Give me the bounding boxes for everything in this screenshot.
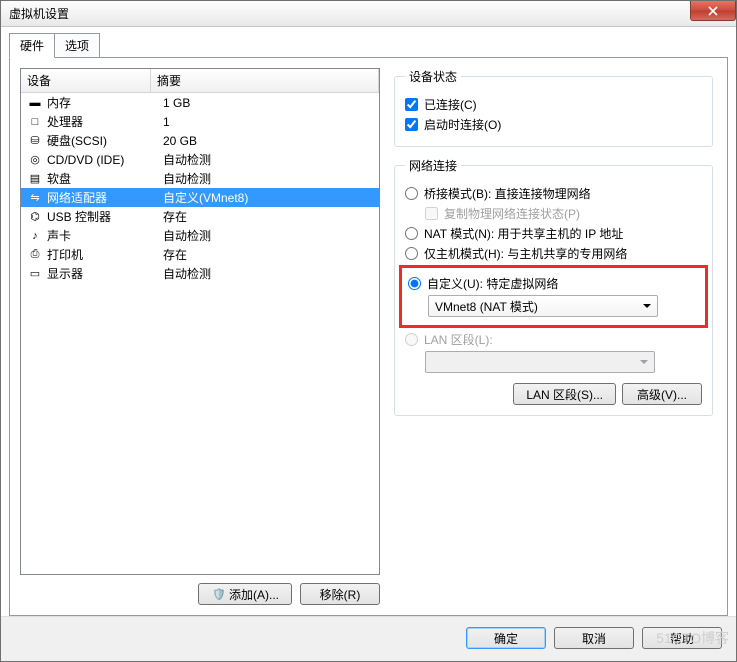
radio-hostonly-input[interactable] [405, 247, 418, 260]
help-button[interactable]: 帮助 [642, 627, 722, 649]
device-row[interactable]: ⇋网络适配器 自定义(VMnet8) [21, 188, 379, 207]
memory-icon: ▬ [27, 95, 43, 111]
radio-hostonly[interactable]: 仅主机模式(H): 与主机共享的专用网络 [405, 245, 702, 262]
device-summary: 1 [157, 115, 373, 129]
network-connection-legend: 网络连接 [405, 157, 461, 174]
left-buttons: 🛡️ 添加(A)... 移除(R) [20, 575, 380, 605]
device-row[interactable]: □处理器 1 [21, 112, 379, 131]
device-row[interactable]: ▤软盘 自动检测 [21, 169, 379, 188]
lanseg-combo [425, 351, 655, 373]
device-name: 处理器 [47, 113, 83, 130]
connect-at-power-checkbox[interactable]: 启动时连接(O) [405, 116, 702, 133]
remove-button[interactable]: 移除(R) [300, 583, 380, 605]
device-name: 显示器 [47, 265, 83, 282]
connected-checkbox[interactable]: 已连接(C) [405, 96, 702, 113]
cancel-button[interactable]: 取消 [554, 627, 634, 649]
tabs: 硬件 选项 [1, 27, 736, 57]
network-connection-group: 网络连接 桥接模式(B): 直接连接物理网络 复制物理网络连接状态(P) NAT… [394, 157, 713, 416]
radio-bridged[interactable]: 桥接模式(B): 直接连接物理网络 [405, 185, 702, 202]
radio-bridged-input[interactable] [405, 187, 418, 200]
radio-lanseg-input [405, 333, 418, 346]
device-name: 软盘 [47, 170, 71, 187]
radio-custom-input[interactable] [408, 277, 421, 290]
right-panel: 设备状态 已连接(C) 启动时连接(O) 网络连接 桥接模式(B): 直接连接物… [390, 68, 717, 605]
sound-icon: ♪ [27, 228, 43, 244]
net-right-buttons: LAN 区段(S)... 高级(V)... [405, 383, 702, 405]
device-status-group: 设备状态 已连接(C) 启动时连接(O) [394, 68, 713, 147]
usb-icon: ⌬ [27, 209, 43, 225]
device-summary: 存在 [157, 246, 373, 263]
advanced-button[interactable]: 高级(V)... [622, 383, 702, 405]
radio-custom[interactable]: 自定义(U): 特定虚拟网络 [408, 275, 699, 292]
left-panel: 设备 摘要 ▬内存 1 GB □处理器 1 ⛁硬盘(SCSI) 20 GB ◎ CD/DVD … [20, 68, 380, 605]
device-name: 网络适配器 [47, 189, 107, 206]
device-name: 打印机 [47, 246, 83, 263]
device-status-legend: 设备状态 [405, 68, 461, 85]
close-icon [708, 6, 718, 16]
device-row[interactable]: ◎ CD/DVD (IDE) 自动检测 [21, 150, 379, 169]
device-list: 设备 摘要 ▬内存 1 GB □处理器 1 ⛁硬盘(SCSI) 20 GB ◎ CD/DVD … [20, 68, 380, 575]
device-row[interactable]: ▬内存 1 GB [21, 93, 379, 112]
shield-icon: 🛡️ [211, 586, 227, 602]
device-summary: 自动检测 [157, 151, 373, 168]
chevron-down-icon [640, 360, 648, 364]
device-summary: 20 GB [157, 134, 373, 148]
device-name: USB 控制器 [47, 208, 111, 225]
device-summary: 自动检测 [157, 227, 373, 244]
cd-icon: ◎ [27, 152, 43, 168]
radio-lanseg: LAN 区段(L): [405, 331, 702, 348]
device-row[interactable]: ⎙打印机 存在 [21, 245, 379, 264]
device-summary: 1 GB [157, 96, 373, 110]
radio-nat[interactable]: NAT 模式(N): 用于共享主机的 IP 地址 [405, 225, 702, 242]
device-name: CD/DVD (IDE) [47, 153, 124, 167]
custom-network-combo[interactable]: VMnet8 (NAT 模式) [428, 295, 658, 317]
add-button[interactable]: 🛡️ 添加(A)... [198, 583, 292, 605]
device-name: 声卡 [47, 227, 71, 244]
device-summary: 自动检测 [157, 170, 373, 187]
floppy-icon: ▤ [27, 171, 43, 187]
connected-input[interactable] [405, 98, 418, 111]
titlebar: 虚拟机设置 [1, 1, 736, 27]
highlight-box: 自定义(U): 特定虚拟网络 VMnet8 (NAT 模式) [399, 265, 708, 328]
device-row[interactable]: ⛁硬盘(SCSI) 20 GB [21, 131, 379, 150]
device-name: 内存 [47, 94, 71, 111]
custom-network-value: VMnet8 (NAT 模式) [435, 298, 538, 315]
tab-options[interactable]: 选项 [54, 33, 100, 57]
ok-button[interactable]: 确定 [466, 627, 546, 649]
window-title: 虚拟机设置 [9, 5, 69, 22]
device-name: 硬盘(SCSI) [47, 132, 107, 149]
device-summary: 自定义(VMnet8) [157, 189, 373, 206]
col-device[interactable]: 设备 [21, 69, 151, 92]
col-summary[interactable]: 摘要 [151, 69, 379, 92]
chevron-down-icon [643, 304, 651, 308]
replicate-input [425, 207, 438, 220]
device-row[interactable]: ⌬USB 控制器 存在 [21, 207, 379, 226]
device-row[interactable]: ▭显示器 自动检测 [21, 264, 379, 283]
device-list-header: 设备 摘要 [21, 69, 379, 93]
printer-icon: ⎙ [27, 247, 43, 263]
replicate-checkbox: 复制物理网络连接状态(P) [425, 205, 702, 222]
close-button[interactable] [690, 1, 736, 21]
cpu-icon: □ [27, 114, 43, 130]
lan-segments-button[interactable]: LAN 区段(S)... [513, 383, 616, 405]
device-row[interactable]: ♪声卡 自动检测 [21, 226, 379, 245]
device-summary: 存在 [157, 208, 373, 225]
disk-icon: ⛁ [27, 133, 43, 149]
connect-at-power-input[interactable] [405, 118, 418, 131]
device-summary: 自动检测 [157, 265, 373, 282]
radio-nat-input[interactable] [405, 227, 418, 240]
display-icon: ▭ [27, 266, 43, 282]
tab-content: 设备 摘要 ▬内存 1 GB □处理器 1 ⛁硬盘(SCSI) 20 GB ◎ CD/DVD … [9, 57, 728, 616]
dialog-footer: 确定 取消 帮助 [1, 616, 736, 661]
network-icon: ⇋ [27, 190, 43, 206]
tab-hardware[interactable]: 硬件 [9, 33, 55, 58]
